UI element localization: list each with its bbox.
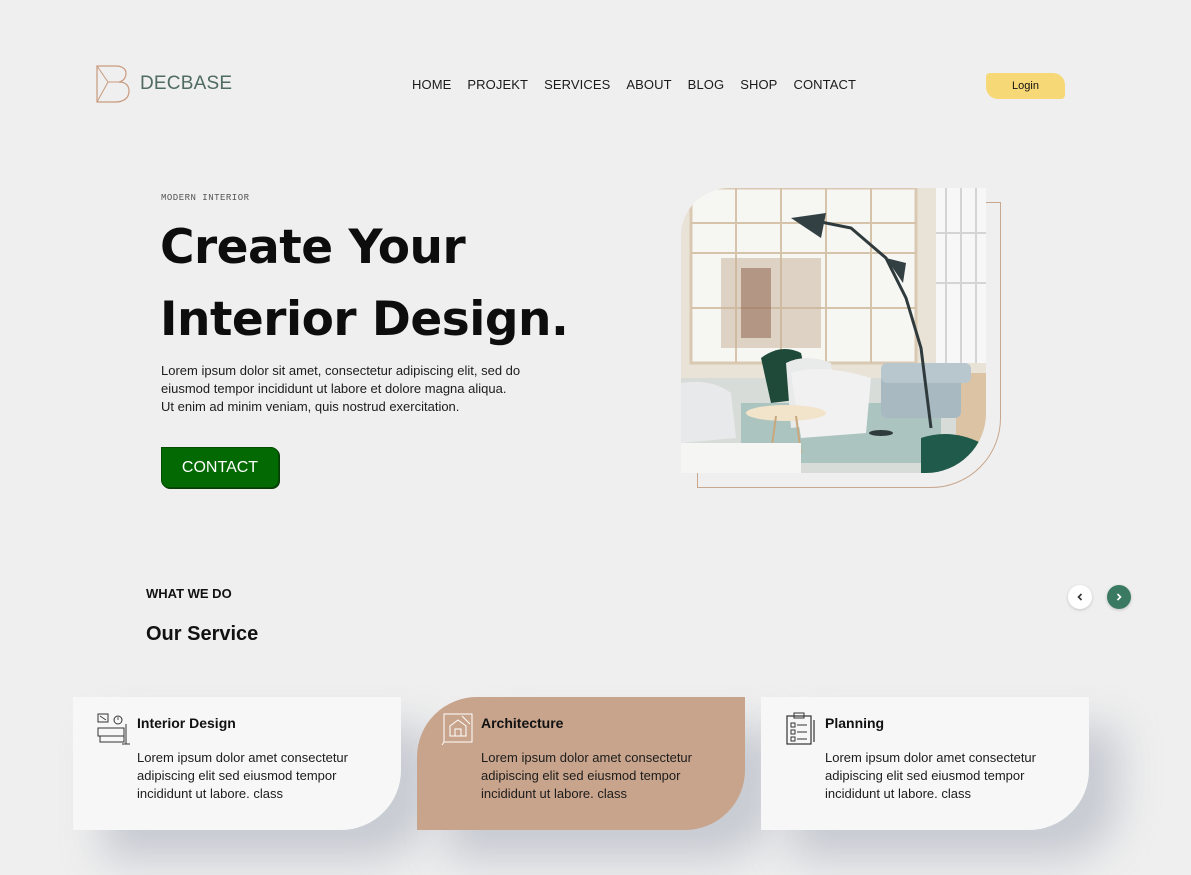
- nav-item-contact[interactable]: CONTACT: [793, 77, 856, 92]
- service-card-description: Lorem ipsum dolor amet consectetur adipi…: [137, 750, 348, 801]
- hero-eyebrow: MODERN INTERIOR: [161, 193, 250, 203]
- service-card-planning[interactable]: Planning Lorem ipsum dolor amet consecte…: [761, 697, 1089, 830]
- service-card-description: Lorem ipsum dolor amet consectetur adipi…: [825, 750, 1036, 801]
- hero-title: Create Your Interior Design.: [160, 220, 569, 347]
- service-card-description: Lorem ipsum dolor amet consectetur adipi…: [481, 750, 692, 801]
- interior-photo: [681, 188, 986, 473]
- nav-item-services[interactable]: SERVICES: [544, 77, 610, 92]
- hero-image: [681, 188, 986, 473]
- brand-name: DECBASE: [140, 73, 233, 94]
- login-button[interactable]: Login: [986, 73, 1065, 99]
- service-card-title: Planning: [825, 715, 885, 731]
- carousel-prev-button[interactable]: [1068, 585, 1092, 609]
- hero-description: Lorem ipsum dolor sit amet, consectetur …: [161, 363, 521, 414]
- furniture-icon: [97, 713, 130, 745]
- clipboard-icon: [786, 712, 815, 745]
- service-card-architecture[interactable]: Architecture Lorem ipsum dolor amet cons…: [417, 697, 745, 830]
- contact-button[interactable]: CONTACT: [161, 447, 279, 488]
- main-nav: HOME PROJEKT SERVICES ABOUT BLOG SHOP CO…: [412, 77, 872, 92]
- nav-item-shop[interactable]: SHOP: [740, 77, 777, 92]
- chevron-right-icon: [1116, 593, 1122, 601]
- service-card-interior-design[interactable]: Interior Design Lorem ipsum dolor amet c…: [73, 697, 401, 830]
- nav-item-projekt[interactable]: PROJEKT: [467, 77, 528, 92]
- services-eyebrow: WHAT WE DO: [146, 586, 232, 601]
- brand-logo[interactable]: DECBASE: [95, 64, 232, 104]
- logo-mark-icon: [96, 65, 130, 103]
- blueprint-icon: [441, 713, 473, 746]
- chevron-left-icon: [1077, 593, 1083, 601]
- nav-item-about[interactable]: ABOUT: [626, 77, 671, 92]
- services-heading: Our Service: [146, 623, 259, 645]
- carousel-next-button[interactable]: [1107, 585, 1131, 609]
- service-card-title: Architecture: [481, 715, 564, 731]
- nav-item-blog[interactable]: BLOG: [688, 77, 725, 92]
- service-card-title: Interior Design: [137, 715, 236, 731]
- nav-item-home[interactable]: HOME: [412, 77, 451, 92]
